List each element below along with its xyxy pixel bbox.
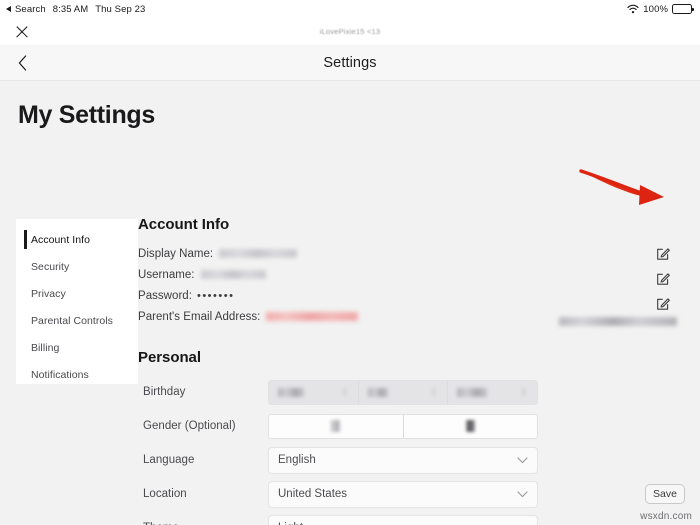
sidebar-item-parental-controls[interactable]: Parental Controls [16,307,138,334]
gender-segment-1[interactable] [269,415,404,438]
sidebar-item-label: Security [31,261,69,273]
battery-full-icon [672,4,692,14]
location-control: United States [268,481,538,508]
birthday-month-value-redacted [278,388,304,397]
personal-heading: Personal [138,349,690,366]
gender-value-redacted [331,420,340,432]
app-bar: iLovePixie15 <13 [0,18,700,45]
password-label: Password: [138,290,192,302]
add-parent-email-redacted [559,317,677,326]
gender-segmented-picker[interactable] [268,414,538,439]
sidebar-item-security[interactable]: Security [16,253,138,280]
language-row: Language English [138,443,690,477]
app-tab-name: iLovePixie15 <13 [320,27,381,36]
watermark: wsxdn.com [640,511,692,522]
birthday-row: Birthday [138,375,690,409]
birthday-month-caret [343,388,348,396]
username-row: Username: [138,264,690,285]
settings-page: My Settings Account Info Security Privac… [0,81,700,525]
birthday-day-segment[interactable] [359,381,449,404]
theme-row: Theme Light [138,511,690,525]
chevron-down-icon [517,457,528,464]
settings-content: Account Info Display Name: Username: Pas… [138,216,690,525]
page-title: My Settings [18,101,155,130]
location-label: Location [138,488,268,500]
battery-percent-label: 100% [643,4,668,15]
sidebar-item-label: Account Info [31,234,90,246]
birthday-label: Birthday [138,386,268,398]
status-bar-right: 100% [627,4,692,15]
language-select[interactable]: English [268,447,538,474]
sidebar-item-billing[interactable]: Billing [16,334,138,361]
sidebar-item-notifications[interactable]: Notifications [16,361,138,388]
nav-bar: Settings [0,45,700,81]
password-row: Password: ••••••• [138,285,690,306]
gender-row: Gender (Optional) [138,409,690,443]
status-bar: Search 8:35 AM Thu Sep 23 100% [0,0,700,18]
chevron-down-icon [517,491,528,498]
page-nav-title: Settings [323,55,376,71]
gender-control [268,414,538,439]
username-label: Username: [138,269,195,281]
back-triangle-icon[interactable] [6,6,11,12]
language-selected-value: English [278,454,316,466]
language-label: Language [138,454,268,466]
birthday-day-value-redacted [368,388,388,397]
status-bar-left: Search 8:35 AM Thu Sep 23 [6,4,145,15]
birthday-month-segment[interactable] [269,381,359,404]
display-name-value-redacted [219,249,297,258]
sidebar-item-label: Notifications [31,369,89,381]
birthday-control [268,380,538,405]
sidebar-item-label: Billing [31,342,59,354]
birthday-year-caret [522,388,527,396]
sidebar-item-label: Privacy [31,288,66,300]
edit-icons-column [656,246,671,311]
theme-select[interactable]: Light [268,515,538,525]
parent-email-value-redacted [266,312,358,321]
chevron-left-icon[interactable] [13,54,31,72]
birthday-year-value-redacted [457,388,487,397]
username-value-redacted [201,270,266,279]
status-bar-date: Thu Sep 23 [95,4,145,15]
edit-icon[interactable] [656,296,671,311]
location-row: Location United States [138,477,690,511]
gender-value-redacted [466,420,475,432]
display-name-label: Display Name: [138,248,213,260]
personal-form-rows: Birthday [138,375,690,525]
display-name-row: Display Name: [138,243,690,264]
birthday-year-segment[interactable] [448,381,537,404]
birthday-day-caret [432,388,437,396]
sidebar-item-account-info[interactable]: Account Info [16,226,138,253]
save-button[interactable]: Save [645,484,685,504]
theme-control: Light [268,515,538,525]
gender-label: Gender (Optional) [138,420,268,432]
language-control: English [268,447,538,474]
location-selected-value: United States [278,488,347,500]
location-select[interactable]: United States [268,481,538,508]
sidebar-item-privacy[interactable]: Privacy [16,280,138,307]
status-bar-time: 8:35 AM [53,4,89,15]
parent-email-label: Parent's Email Address: [138,311,260,323]
account-info-rows: Display Name: Username: Password: ••••••… [138,243,690,327]
close-icon[interactable] [14,24,30,40]
settings-sidebar: Account Info Security Privacy Parental C… [16,219,138,384]
wifi-icon [627,4,639,14]
gender-segment-2[interactable] [404,415,538,438]
status-bar-back-label[interactable]: Search [15,4,46,15]
password-value: ••••••• [197,290,234,302]
personal-section: Personal Birthday [138,349,690,525]
birthday-segmented-picker[interactable] [268,380,538,405]
edit-icon[interactable] [656,246,671,261]
edit-icon[interactable] [656,271,671,286]
sidebar-item-label: Parental Controls [31,315,113,327]
account-info-heading: Account Info [138,216,690,233]
